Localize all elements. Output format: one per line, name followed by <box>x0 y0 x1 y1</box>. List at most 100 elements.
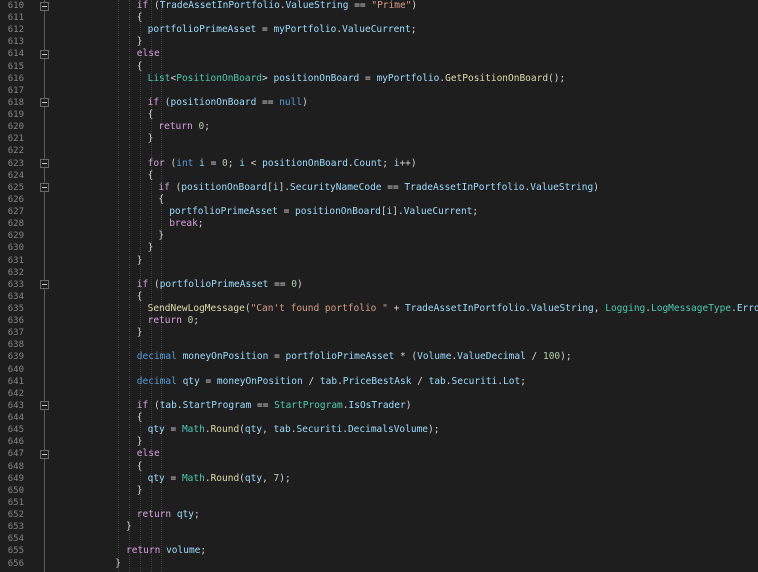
code-line[interactable]: { <box>137 461 143 473</box>
line-number: 623 <box>7 158 24 169</box>
code-editor[interactable]: 610 611 612 613 614 615 616 617 618 619 620 621 622 6… <box>0 0 758 572</box>
type-name-token: StartProgram <box>274 399 343 411</box>
keyword-token: decimal <box>136 375 177 387</box>
code-line[interactable]: } <box>115 558 121 570</box>
code-line[interactable]: else <box>137 448 160 460</box>
code-line[interactable]: if (positionOnBoard == null) <box>148 97 308 109</box>
code-line[interactable]: portfolioPrimeAsset = myPortfolio.ValueC… <box>148 24 417 36</box>
identifier-token: positionOnBoard <box>262 157 348 169</box>
code-line[interactable]: } <box>148 242 154 254</box>
punctuation-token: == <box>348 0 372 11</box>
code-line[interactable]: if (TradeAssetInPortfolio.ValueString ==… <box>137 0 417 12</box>
method-name-token: GetPositionOnBoard <box>445 72 549 84</box>
fold-collapse-icon[interactable] <box>40 98 49 108</box>
code-line[interactable]: { <box>148 109 154 121</box>
code-line[interactable]: portfolioPrimeAsset = positionOnBoard[i]… <box>169 206 478 218</box>
punctuation-token: ; <box>382 157 394 169</box>
identifier-token: Volume <box>417 351 452 363</box>
line-number: 644 <box>7 413 24 424</box>
code-line[interactable]: return qty; <box>137 509 200 521</box>
punctuation-token: } <box>126 521 132 533</box>
code-line[interactable]: { <box>137 12 143 24</box>
code-line[interactable]: { <box>137 412 143 424</box>
type-name-token: PositionOnBoard <box>176 72 263 84</box>
punctuation-token: / <box>302 375 320 387</box>
code-line[interactable]: decimal moneyOnPosition = portfolioPrime… <box>137 351 572 363</box>
line-number: 622 <box>7 146 24 157</box>
fold-collapse-icon[interactable] <box>40 280 49 290</box>
type-name-token: Math <box>181 424 205 436</box>
fold-collapse-icon[interactable] <box>40 1 49 11</box>
code-line[interactable]: } <box>148 133 154 145</box>
identifier-token: portfolioPrimeAsset <box>147 24 257 36</box>
code-line[interactable]: } <box>158 230 164 242</box>
identifier-token: portfolioPrimeAsset <box>159 278 269 290</box>
code-line[interactable]: { <box>148 170 154 182</box>
keyword-token: int <box>176 157 194 169</box>
identifier-token: portfolioPrimeAsset <box>285 351 395 363</box>
code-line[interactable]: } <box>137 485 143 497</box>
code-line[interactable]: if (tab.StartProgram == StartProgram.IsO… <box>137 400 412 412</box>
code-line[interactable]: return 0; <box>158 121 210 133</box>
line-number: 638 <box>7 340 24 351</box>
code-line[interactable]: { <box>158 194 164 206</box>
code-line[interactable]: SendNewLogMessage("Can't found portfolio… <box>148 303 758 315</box>
punctuation-token: = <box>277 206 296 218</box>
code-line[interactable]: if (portfolioPrimeAsset == 0) <box>137 279 303 291</box>
identifier-token: Error <box>736 303 758 314</box>
code-line[interactable]: { <box>137 61 143 73</box>
line-number: 610 <box>7 1 24 11</box>
type-name-token: Logging <box>605 303 646 314</box>
fold-collapse-icon[interactable] <box>40 401 49 411</box>
indent-guide <box>118 0 120 572</box>
control-keyword-token: return <box>147 315 182 327</box>
control-keyword-token: else <box>136 48 160 60</box>
code-line[interactable]: List<PositionOnBoard> positionOnBoard = … <box>148 73 566 85</box>
code-line[interactable]: else <box>137 48 160 60</box>
code-line[interactable]: return volume; <box>126 545 206 557</box>
code-line[interactable]: } <box>137 255 143 267</box>
identifier-token: ValueCurrent <box>403 206 473 218</box>
fold-collapse-icon[interactable] <box>40 183 49 193</box>
code-line[interactable]: qty = Math.Round(qty, 7); <box>148 473 291 485</box>
identifier-token: Count <box>353 157 383 169</box>
code-line[interactable]: break; <box>169 218 203 230</box>
punctuation-token: ( <box>148 278 160 290</box>
control-keyword-token: return <box>158 121 193 133</box>
fold-collapse-icon[interactable] <box>40 49 49 59</box>
code-line[interactable]: } <box>126 521 132 533</box>
fold-collapse-icon[interactable] <box>40 159 49 169</box>
method-name-token: SendNewLogMessage <box>147 303 245 314</box>
line-number: 624 <box>7 170 24 181</box>
code-line[interactable]: { <box>137 291 143 303</box>
punctuation-token: ); <box>279 472 291 484</box>
code-line[interactable]: for (int i = 0; i < positionOnBoard.Coun… <box>148 158 417 170</box>
line-number: 643 <box>7 400 24 411</box>
punctuation-token: == <box>251 399 275 411</box>
line-number: 620 <box>7 122 24 133</box>
fold-collapse-icon[interactable] <box>40 449 49 459</box>
control-keyword-token: if <box>147 96 160 108</box>
control-keyword-token: else <box>136 448 160 460</box>
identifier-token: tab <box>159 399 177 411</box>
punctuation-token: = <box>268 351 286 363</box>
code-line[interactable]: qty = Math.Round(qty, tab.Securiti.Decim… <box>148 424 440 436</box>
identifier-token: qty <box>182 375 200 387</box>
code-line[interactable]: decimal qty = moneyOnPosition / tab.Pric… <box>137 376 526 388</box>
line-number: 629 <box>7 231 24 242</box>
punctuation-token: ) <box>411 0 418 11</box>
punctuation-token: ( <box>148 0 160 11</box>
line-number: 642 <box>7 388 24 399</box>
code-line[interactable]: } <box>137 436 143 448</box>
code-line[interactable]: } <box>137 327 143 339</box>
punctuation-token: ; <box>227 157 240 169</box>
code-line[interactable]: return 0; <box>148 315 200 327</box>
line-number: 637 <box>7 328 24 339</box>
line-number: 652 <box>7 510 24 521</box>
identifier-token: positionOnBoard <box>273 72 360 84</box>
code-line[interactable]: } <box>137 36 143 48</box>
punctuation-token: ) <box>302 96 308 108</box>
control-keyword-token: return <box>126 545 161 557</box>
punctuation-token: ; <box>193 315 200 327</box>
code-line[interactable]: if (positionOnBoard[i].SecurityNameCode … <box>158 182 599 194</box>
